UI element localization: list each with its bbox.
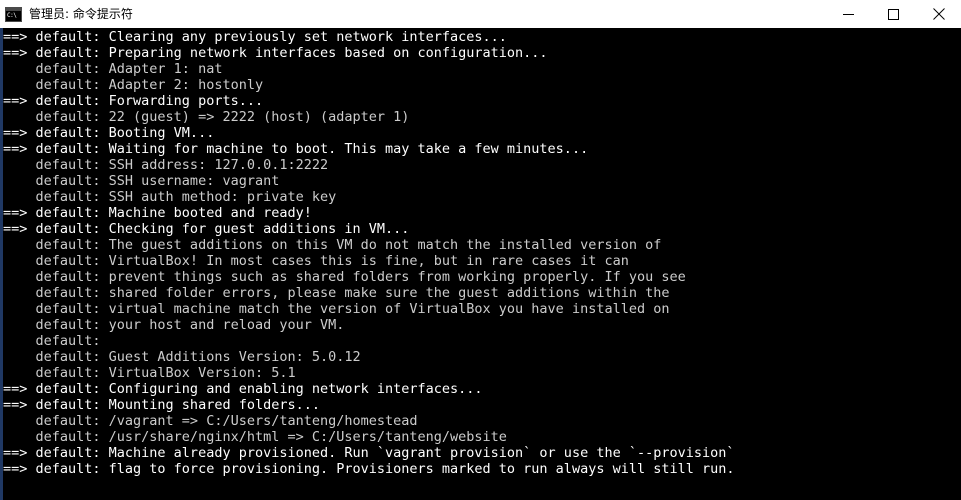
title-bar-left: C:\ 管理员: 命令提示符 (0, 6, 826, 22)
console-line: default: /vagrant => C:/Users/tanteng/ho… (3, 413, 418, 429)
console-prompt[interactable]: C:\Users\tanteng\homestead> (3, 492, 279, 500)
cmd-icon: C:\ (5, 6, 22, 22)
window-title: 管理员: 命令提示符 (29, 7, 133, 21)
console-line: default: The guest additions on this VM … (3, 237, 662, 253)
minimize-icon (843, 13, 854, 15)
cmd-icon-glyph: C:\ (6, 10, 21, 21)
minimize-button[interactable] (826, 0, 871, 28)
console-line: ==> default: Machine already provisioned… (3, 445, 735, 461)
close-icon (932, 8, 945, 20)
console-line: default: Adapter 1: nat (3, 61, 223, 77)
console-line: default: (3, 333, 101, 349)
title-bar[interactable]: C:\ 管理员: 命令提示符 (0, 0, 961, 28)
console-output-area[interactable]: ==> default: Clearing any previously set… (0, 28, 961, 500)
console-line: ==> default: flag to force provisioning.… (3, 461, 735, 477)
console-line: ==> default: Waiting for machine to boot… (3, 141, 589, 157)
console-line: ==> default: Forwarding ports... (3, 93, 264, 109)
console-line: default: /usr/share/nginx/html => C:/Use… (3, 429, 507, 445)
console-line: ==> default: Mounting shared folders... (3, 397, 320, 413)
console-line: default: Guest Additions Version: 5.0.12 (3, 349, 361, 365)
console-lines: ==> default: Clearing any previously set… (3, 28, 961, 500)
console-line: default: SSH username: vagrant (3, 173, 280, 189)
maximize-icon (888, 8, 899, 20)
console-line: default: SSH address: 127.0.0.1:2222 (3, 157, 329, 173)
window-controls (826, 0, 961, 28)
console-line: ==> default: Machine booted and ready! (3, 205, 312, 221)
console-line: default: VirtualBox Version: 5.1 (3, 365, 296, 381)
maximize-button[interactable] (871, 0, 916, 28)
command-prompt-window: C:\ 管理员: 命令提示符 ==> default: Clearing any… (0, 0, 961, 500)
console-line: default: shared folder errors, please ma… (3, 285, 670, 301)
console-line: ==> default: Configuring and enabling ne… (3, 381, 483, 397)
console-line: ==> default: Checking for guest addition… (3, 221, 410, 237)
console-line: ==> default: Clearing any previously set… (3, 29, 507, 45)
console-line: ==> default: Preparing network interface… (3, 45, 548, 61)
console-line: default: SSH auth method: private key (3, 189, 337, 205)
console-line: default: virtual machine match the versi… (3, 301, 670, 317)
console-line: ==> default: Booting VM... (3, 125, 215, 141)
console-line: default: 22 (guest) => 2222 (host) (adap… (3, 109, 410, 125)
console-line: default: your host and reload your VM. (3, 317, 345, 333)
close-button[interactable] (916, 0, 961, 28)
console-line: default: prevent things such as shared f… (3, 269, 686, 285)
console-line: default: Adapter 2: hostonly (3, 77, 264, 93)
console-line: default: VirtualBox! In most cases this … (3, 253, 629, 269)
